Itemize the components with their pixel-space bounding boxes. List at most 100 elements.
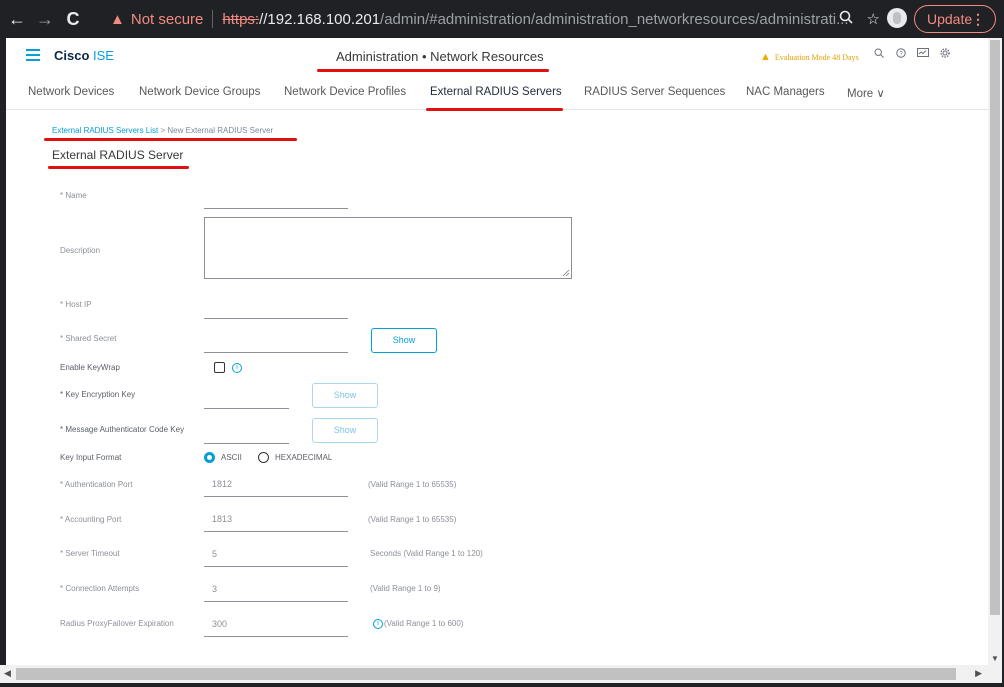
key-encryption-show-button[interactable]: Show (312, 383, 378, 408)
scroll-down-arrow-icon[interactable]: ▼ (991, 654, 999, 663)
annotation-underline-title (317, 69, 549, 72)
url-path: /admin/#administration/administration_ne… (380, 10, 849, 28)
proxy-failover-label: Radius ProxyFailover Expiration (60, 619, 174, 628)
auth-port-underline (204, 496, 348, 497)
browser-window: ← → C ▲ Not secure https://192.168.100.2… (0, 0, 1004, 687)
vertical-scroll-thumb[interactable] (990, 40, 1000, 615)
conn-attempts-hint: (Valid Range 1 to 9) (370, 584, 441, 593)
url-scheme: https: (222, 10, 260, 28)
key-encryption-input[interactable] (204, 408, 289, 409)
evaluation-text: Evaluation Mode 48 Days (774, 53, 859, 62)
omnibox-actions: ☆ (825, 5, 880, 33)
breadcrumb-separator: > (160, 126, 166, 135)
enable-keywrap-label: Enable KeyWrap (60, 363, 120, 372)
ascii-radio-label: ASCII (221, 453, 242, 462)
tab-network-device-groups[interactable]: Network Device Groups (139, 86, 260, 98)
tab-bar: Network Devices Network Device Groups Ne… (6, 76, 988, 110)
url-host: //192.168.100.201 (259, 10, 381, 28)
vertical-scrollbar[interactable]: ▼ (988, 38, 1002, 665)
ascii-radio[interactable] (204, 452, 215, 463)
hexadecimal-radio-label: HEXADECIMAL (275, 453, 333, 462)
shared-secret-input[interactable] (204, 352, 348, 353)
proxy-failover-hint: (Valid Range 1 to 600) (384, 619, 464, 628)
hamburger-menu-icon[interactable] (26, 49, 40, 61)
annotation-underline-tab (426, 108, 563, 111)
breadcrumb-current: New External RADIUS Server (167, 126, 274, 135)
shared-secret-show-button[interactable]: Show (371, 328, 437, 353)
brand-ise: ISE (89, 48, 114, 63)
name-label: * Name (60, 191, 87, 200)
tab-external-radius-servers[interactable]: External RADIUS Servers (430, 86, 562, 98)
tab-more[interactable]: More ∨ (847, 86, 885, 100)
conn-attempts-label: * Connection Attempts (60, 584, 140, 593)
tab-network-devices[interactable]: Network Devices (28, 86, 114, 98)
profile-avatar[interactable] (887, 8, 907, 28)
bookmark-star-icon[interactable]: ☆ (867, 10, 880, 28)
page-content: Cisco ISE Administration • Network Resou… (6, 38, 988, 665)
page-title: Administration • Network Resources (336, 49, 544, 64)
proxy-failover-underline (204, 636, 348, 637)
conn-attempts-underline (204, 601, 348, 602)
resize-grip-icon[interactable] (562, 269, 570, 277)
proxy-failover-input[interactable]: 300 (212, 619, 227, 629)
proxy-info-icon[interactable]: i (373, 619, 383, 629)
mac-key-input[interactable] (204, 443, 289, 444)
evaluation-badge[interactable]: ▲ Evaluation Mode 48 Days (760, 51, 859, 63)
mac-key-show-button[interactable]: Show (312, 418, 378, 443)
not-secure-label[interactable]: Not secure (131, 11, 204, 28)
settings-gear-icon[interactable] (934, 48, 956, 61)
description-textarea[interactable] (204, 217, 572, 279)
acct-port-underline (204, 531, 348, 532)
shared-secret-label: * Shared Secret (60, 334, 117, 343)
address-bar[interactable]: ▲ Not secure https://192.168.100.201/adm… (110, 5, 880, 33)
acct-port-hint: (Valid Range 1 to 65535) (368, 515, 457, 524)
help-icon[interactable]: ? (890, 48, 912, 61)
menu-icon: ⋮ (971, 11, 985, 27)
section-title: External RADIUS Server (52, 148, 184, 162)
dashboard-icon[interactable] (912, 48, 934, 61)
annotation-underline-section (48, 166, 189, 169)
mac-key-label: * Message Authenticator Code Key (60, 425, 185, 434)
conn-attempts-input[interactable]: 3 (212, 584, 217, 594)
description-label: Description (60, 246, 101, 255)
search-icon[interactable] (868, 48, 890, 61)
brand-logo[interactable]: Cisco ISE (54, 48, 114, 63)
key-encryption-label: * Key Encryption Key (60, 390, 136, 399)
brand-cisco: Cisco (54, 48, 90, 63)
tab-radius-server-sequences[interactable]: RADIUS Server Sequences (584, 86, 725, 98)
omnibox-divider (212, 10, 214, 28)
name-input[interactable] (204, 208, 348, 209)
acct-port-input[interactable]: 1813 (212, 514, 232, 524)
forward-icon[interactable]: → (34, 8, 56, 30)
timeout-hint: Seconds (Valid Range 1 to 120) (370, 549, 483, 558)
scroll-left-arrow-icon[interactable]: ◀ (4, 668, 11, 679)
timeout-label: * Server Timeout (60, 549, 120, 558)
warning-icon[interactable]: ▲ (110, 11, 125, 28)
update-label: Update (927, 11, 973, 27)
header-icons: ? (868, 48, 956, 61)
keywrap-info-icon[interactable]: i (232, 363, 242, 373)
annotation-underline-breadcrumb (44, 138, 297, 141)
enable-keywrap-checkbox[interactable] (214, 362, 225, 373)
tab-network-device-profiles[interactable]: Network Device Profiles (284, 86, 406, 98)
breadcrumb-list-link[interactable]: External RADIUS Servers List (52, 126, 158, 135)
auth-port-label: * Authentication Port (60, 480, 133, 489)
back-icon[interactable]: ← (6, 8, 28, 30)
host-ip-input[interactable] (204, 318, 348, 319)
horizontal-scrollbar[interactable]: ◀ ▶ (0, 665, 1002, 683)
scroll-right-arrow-icon[interactable]: ▶ (975, 668, 982, 679)
key-input-format-label: Key Input Format (60, 453, 122, 462)
browser-toolbar: ← → C ▲ Not secure https://192.168.100.2… (0, 0, 1004, 38)
auth-port-hint: (Valid Range 1 to 65535) (368, 480, 457, 489)
timeout-input[interactable]: 5 (212, 549, 217, 559)
update-button[interactable]: Update ⋮ (914, 5, 996, 33)
zoom-icon[interactable] (839, 10, 853, 28)
horizontal-scroll-thumb[interactable] (16, 668, 956, 680)
host-ip-label: * Host IP (60, 300, 92, 309)
reload-icon[interactable]: C (62, 8, 84, 30)
auth-port-input[interactable]: 1812 (212, 479, 232, 489)
tab-nac-managers[interactable]: NAC Managers (746, 86, 825, 98)
acct-port-label: * Accounting Port (60, 515, 122, 524)
hexadecimal-radio[interactable] (258, 452, 269, 463)
warning-triangle-icon: ▲ (760, 51, 771, 63)
